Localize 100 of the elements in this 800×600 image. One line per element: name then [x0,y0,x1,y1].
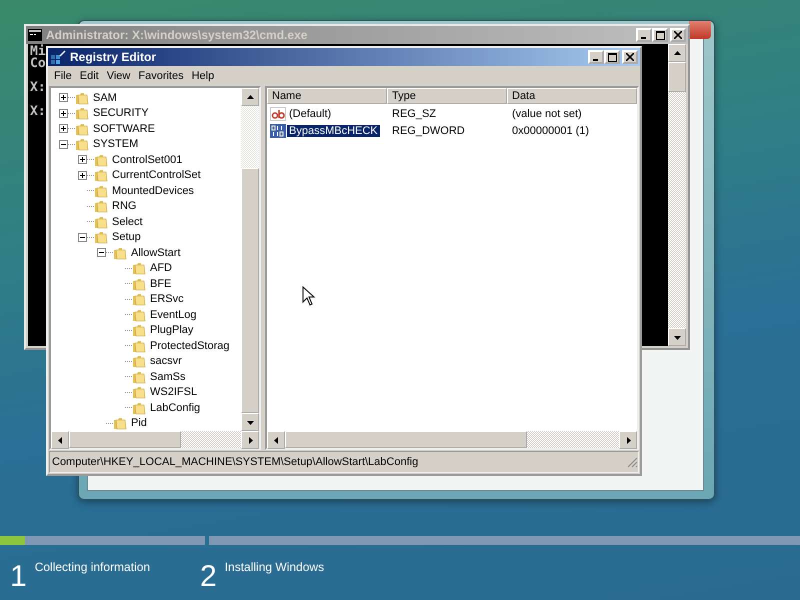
folder-icon [94,152,108,167]
tree-item[interactable]: CurrentControlSet [112,169,201,182]
scroll-thumb[interactable] [285,431,527,448]
registry-icon [50,50,66,64]
tree-item[interactable]: PlugPlay [150,324,194,336]
tree-item[interactable]: ERSvc [150,293,184,306]
value-data: (value not set) [511,108,583,120]
scrollbar[interactable] [267,431,637,448]
value-type: REG_DWORD [391,124,466,136]
menu-item[interactable]: Help [188,70,218,82]
scrollbar[interactable] [668,44,686,346]
tree-item[interactable]: MountedDevices [112,184,194,197]
console-line: Co [30,58,46,70]
mouse-pointer-icon [302,286,316,306]
scrollbar[interactable] [51,431,259,448]
value-name[interactable]: BypassMBcHECK [287,124,380,136]
folder-icon [132,292,146,306]
column-header[interactable]: Name [267,88,387,104]
up-arrow-icon[interactable] [246,92,254,102]
menu-item[interactable]: Edit [76,70,103,82]
collapse-icon[interactable] [59,140,68,149]
minimize-button[interactable] [588,50,604,64]
tree-item[interactable]: AFD [150,262,172,274]
folder-icon [132,370,146,384]
collapse-icon[interactable] [78,232,87,242]
tree-item[interactable]: AllowStart [131,246,181,259]
value-name[interactable]: (Default) [287,108,334,120]
folder-icon [132,261,146,276]
column-header[interactable]: Type [387,88,507,104]
folder-icon [132,308,146,322]
tree-item[interactable]: WS2IFSL [150,386,198,398]
menu-item[interactable]: Favorites [134,70,188,82]
string-value-icon [270,106,286,120]
close-icon [674,31,682,39]
menu-item[interactable]: View [102,70,134,82]
folder-icon [94,184,108,198]
status-path: Computer\HKEY_LOCAL_MACHINE\SYSTEM\Setup\AllowStart\LabConfig [52,456,418,468]
tree-item[interactable]: ProtectedStorag [150,340,230,352]
folder-icon [94,199,108,214]
expand-icon[interactable] [59,124,68,134]
left-arrow-icon[interactable] [272,436,280,444]
folder-icon [132,400,146,415]
scrollbar[interactable] [241,88,259,431]
expand-icon[interactable] [78,155,87,164]
folder-icon [132,385,146,400]
resize-grip-icon[interactable] [626,456,638,468]
folder-icon [75,122,89,136]
step-number: 2 [200,560,217,594]
maximize-button[interactable] [604,50,620,64]
collapse-icon[interactable] [97,248,106,258]
tree-item[interactable]: SECURITY [93,107,149,120]
folder-icon [94,168,108,182]
left-arrow-icon[interactable] [56,436,64,444]
binary-value-icon [270,124,286,138]
tree-item[interactable]: EventLog [150,308,196,321]
tree-item[interactable]: SAM [93,92,117,104]
maximize-button[interactable] [652,28,668,42]
tree-item[interactable]: SYSTEM [93,138,138,150]
tree-item[interactable]: ControlSet001 [112,154,182,166]
minimize-button[interactable] [636,28,652,42]
step-label: Installing Windows [224,559,324,576]
folder-icon [75,90,89,105]
tree-item[interactable]: LabConfig [150,402,200,414]
folder-icon [113,246,127,260]
tree-item[interactable]: Select [112,216,143,228]
console-icon [28,29,42,41]
menu-item[interactable]: File [50,70,76,82]
step-number: 1 [10,560,27,594]
folder-icon [113,416,127,430]
tree-item[interactable]: SamSs [150,370,186,383]
up-arrow-icon[interactable] [672,48,682,58]
expand-icon[interactable] [59,93,68,102]
tree-item[interactable]: sacsvr [150,355,182,368]
expand-icon[interactable] [78,170,87,180]
tree-item[interactable]: RNG [112,200,136,212]
expand-icon[interactable] [59,108,68,118]
console-line: Mi [30,46,46,58]
close-button[interactable] [670,28,686,42]
folder-icon [75,137,89,152]
folder-icon [132,338,146,353]
tree-item[interactable]: BFE [150,278,172,290]
value-type: REG_SZ [391,108,438,120]
close-icon [626,53,634,61]
scroll-thumb[interactable] [69,431,181,448]
tree-item[interactable]: SOFTWARE [93,122,155,135]
scroll-thumb[interactable] [668,62,686,92]
console-line: X: [30,79,46,94]
folder-icon [132,354,146,368]
folder-icon [94,214,108,229]
folder-icon [132,276,146,291]
scroll-thumb[interactable] [241,168,259,413]
folder-icon [75,106,89,120]
console-line: X: [30,103,46,118]
column-header[interactable]: Data [507,88,637,104]
window-title: Registry Editor [70,50,158,64]
maximize-icon [608,52,616,62]
tree-item[interactable]: Pid [131,417,147,430]
tree-item[interactable]: Setup [112,231,141,244]
close-button[interactable] [622,50,638,64]
step-label: Collecting information [34,559,150,576]
